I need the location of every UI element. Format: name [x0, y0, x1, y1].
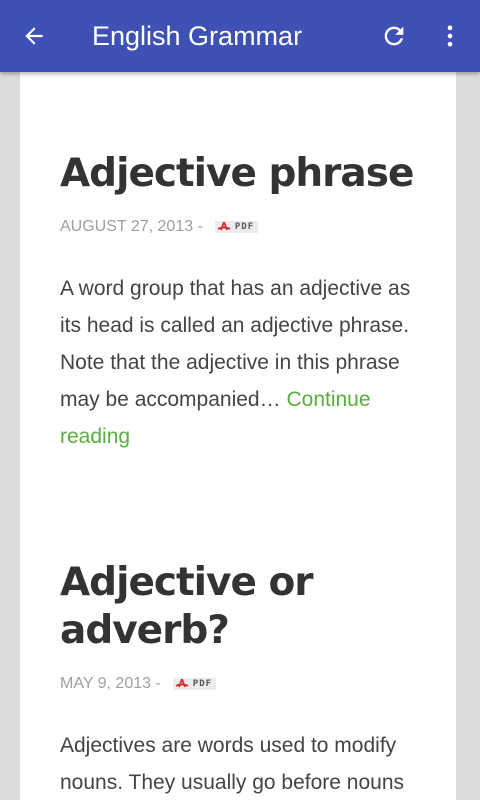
- excerpt-text: Adjectives are words used to modify noun…: [60, 734, 405, 794]
- pdf-icon: [175, 679, 189, 688]
- app-title: English Grammar: [92, 21, 303, 51]
- pdf-button[interactable]: PDF: [172, 678, 217, 690]
- post-date: AUGUST 27, 2013 -: [60, 218, 203, 235]
- refresh-icon: [384, 26, 404, 46]
- pdf-label: PDF: [234, 222, 255, 232]
- pdf-label: PDF: [192, 679, 213, 689]
- app-bar: English Grammar: [0, 0, 480, 72]
- post-excerpt: Adjectives are words used to modify noun…: [60, 727, 416, 800]
- more-options-button[interactable]: [430, 16, 470, 56]
- arrow-left-icon: [25, 27, 43, 45]
- pdf-button[interactable]: PDF: [214, 221, 259, 233]
- post-adjective-phrase: Adjective phrase AUGUST 27, 2013 - PDF A…: [20, 72, 456, 455]
- post-title[interactable]: Adjective phrase: [60, 150, 416, 198]
- post-meta: MAY 9, 2013 - PDF: [60, 675, 416, 693]
- more-vert-icon: [447, 25, 453, 47]
- post-list[interactable]: Adjective phrase AUGUST 27, 2013 - PDF A…: [20, 72, 456, 800]
- post-adjective-or-adverb: Adjective or adverb? MAY 9, 2013 - PDF A…: [20, 455, 456, 800]
- post-meta: AUGUST 27, 2013 - PDF: [60, 218, 416, 236]
- refresh-button[interactable]: [374, 16, 414, 56]
- post-title[interactable]: Adjective or adverb?: [60, 559, 416, 655]
- pdf-icon: [217, 222, 231, 231]
- post-date: MAY 9, 2013 -: [60, 675, 161, 692]
- post-excerpt: A word group that has an adjective as it…: [60, 270, 416, 455]
- back-button[interactable]: [14, 16, 54, 56]
